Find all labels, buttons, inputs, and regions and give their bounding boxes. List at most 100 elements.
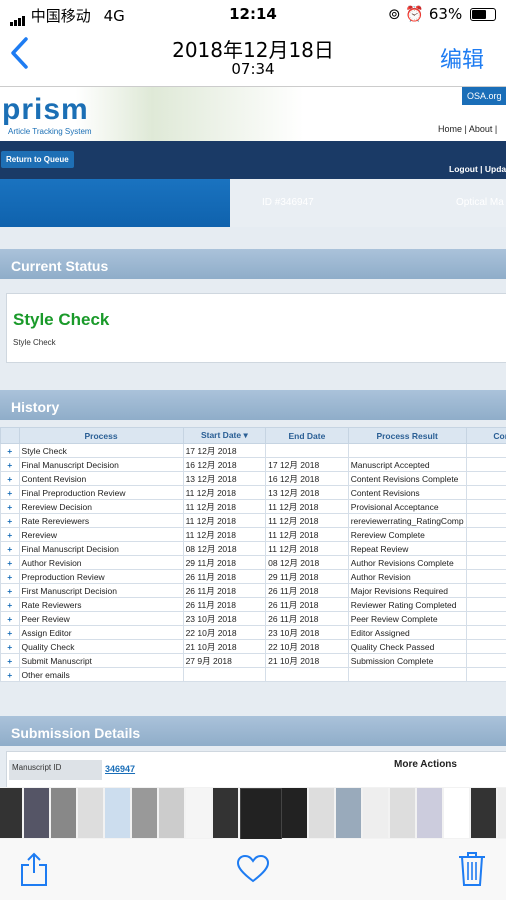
table-cell: Author Revision bbox=[347, 569, 467, 584]
expand-row-icon[interactable]: + bbox=[0, 569, 20, 584]
column-header: Process bbox=[18, 427, 184, 444]
column-header[interactable]: Start Date ▾ bbox=[182, 427, 267, 444]
table-cell: Final Preproduction Review bbox=[18, 485, 184, 500]
prism-logo: prism bbox=[2, 93, 89, 126]
table-cell: 26 11月 2018 bbox=[182, 569, 267, 584]
table-cell bbox=[465, 583, 506, 598]
expand-row-icon[interactable]: + bbox=[0, 541, 20, 556]
photo-thumbnail[interactable] bbox=[51, 788, 76, 838]
prism-tagline: Article Tracking System bbox=[8, 127, 92, 136]
column-header: Process Result bbox=[347, 427, 467, 444]
expand-row-icon[interactable]: + bbox=[0, 443, 20, 458]
expand-row-icon[interactable]: + bbox=[0, 457, 20, 472]
table-row: + Quality Check 21 10月 2018 22 10月 2018 Qual… bbox=[0, 639, 506, 654]
heart-icon[interactable] bbox=[236, 854, 270, 887]
return-to-queue-button[interactable]: Return to Queue bbox=[1, 151, 74, 168]
photo-thumbnail[interactable] bbox=[78, 788, 103, 838]
expand-row-icon[interactable]: + bbox=[0, 639, 20, 654]
photo-thumbnail[interactable] bbox=[498, 788, 506, 838]
photo-thumbnail[interactable] bbox=[417, 788, 442, 838]
table-cell bbox=[465, 541, 506, 556]
table-cell: Submit Manuscript bbox=[18, 653, 184, 668]
table-cell: Editor Assigned bbox=[347, 625, 467, 640]
table-cell bbox=[465, 555, 506, 570]
photo-thumbnail[interactable] bbox=[186, 788, 211, 838]
table-cell: Rereview Decision bbox=[18, 499, 184, 514]
status-right: ⊚ ⏰ 63% bbox=[388, 5, 496, 23]
thumbnail-strip[interactable] bbox=[0, 787, 506, 839]
table-cell: 11 12月 2018 bbox=[182, 513, 267, 528]
photo-thumbnail[interactable] bbox=[309, 788, 334, 838]
section-title: History bbox=[11, 399, 60, 415]
submission-heading: Submission Details bbox=[0, 716, 506, 746]
photo-thumbnail[interactable] bbox=[24, 788, 49, 838]
share-icon[interactable] bbox=[20, 851, 48, 891]
expand-row-icon[interactable]: + bbox=[0, 471, 20, 486]
table-cell: 26 11月 2018 bbox=[265, 597, 349, 612]
expand-row-icon[interactable]: + bbox=[0, 611, 20, 626]
table-cell: Quality Check bbox=[18, 639, 184, 654]
battery-icon bbox=[470, 8, 496, 21]
table-row: + Preproduction Review 26 11月 2018 29 11月 2… bbox=[0, 569, 506, 584]
edit-button[interactable]: 编辑 bbox=[440, 42, 484, 74]
table-cell: Author Revision bbox=[18, 555, 184, 570]
bottom-toolbar bbox=[0, 839, 506, 900]
expand-row-icon[interactable]: + bbox=[0, 653, 20, 668]
trash-icon[interactable] bbox=[458, 851, 486, 891]
column-header: End Date bbox=[265, 427, 349, 444]
expand-row-icon[interactable]: + bbox=[0, 499, 20, 514]
table-cell bbox=[265, 443, 349, 458]
expand-row-icon[interactable]: + bbox=[0, 597, 20, 612]
battery-percent: 63% bbox=[428, 5, 463, 23]
logout-link[interactable]: Logout | Upda bbox=[449, 164, 506, 174]
photo-thumbnail[interactable] bbox=[336, 788, 361, 838]
photo-thumbnail[interactable] bbox=[363, 788, 388, 838]
expand-row-icon[interactable]: + bbox=[0, 555, 20, 570]
table-row: + Rereview Decision 11 12月 2018 11 12月 2018… bbox=[0, 499, 506, 514]
expand-row-icon[interactable]: + bbox=[0, 583, 20, 598]
top-nav[interactable]: Home | About | bbox=[438, 124, 497, 134]
table-row: + Peer Review 23 10月 2018 26 11月 2018 Peer R… bbox=[0, 611, 506, 626]
photo-thumbnail[interactable] bbox=[159, 788, 184, 838]
table-cell bbox=[465, 611, 506, 626]
table-cell: 21 10月 2018 bbox=[182, 639, 267, 654]
table-cell: First Manuscript Decision bbox=[18, 583, 184, 598]
photo-thumbnail[interactable] bbox=[390, 788, 415, 838]
photo-thumbnail[interactable] bbox=[0, 788, 22, 838]
table-cell bbox=[465, 653, 506, 668]
photo-thumbnail[interactable] bbox=[105, 788, 130, 838]
expand-row-icon[interactable]: + bbox=[0, 527, 20, 542]
manuscript-id-link[interactable]: 346947 bbox=[105, 764, 135, 774]
table-cell: Submission Complete bbox=[347, 653, 467, 668]
expand-row-icon[interactable]: + bbox=[0, 513, 20, 528]
photo-thumbnail[interactable] bbox=[444, 788, 469, 838]
table-cell bbox=[465, 457, 506, 472]
photo-time: 07:34 bbox=[231, 60, 275, 78]
table-cell: Manuscript Accepted bbox=[347, 457, 467, 472]
manuscript-id-label: ID #346947 bbox=[262, 197, 314, 208]
more-actions-heading: More Actions bbox=[394, 759, 457, 770]
photo-thumbnail[interactable] bbox=[471, 788, 496, 838]
table-cell: Rate Reviewers bbox=[18, 597, 184, 612]
table-cell: Content Revision bbox=[18, 471, 184, 486]
osa-link[interactable]: OSA.org bbox=[462, 87, 506, 105]
table-cell: Rereview bbox=[18, 527, 184, 542]
table-cell: 23 10月 2018 bbox=[182, 611, 267, 626]
photo-date: 2018年12月18日 bbox=[172, 38, 334, 62]
table-cell bbox=[465, 443, 506, 458]
current-status-small: Style Check bbox=[13, 338, 56, 347]
expand-row-icon[interactable]: + bbox=[0, 625, 20, 640]
table-cell: 11 12月 2018 bbox=[265, 527, 349, 542]
table-cell: Major Revisions Required bbox=[347, 583, 467, 598]
photo-thumbnail[interactable] bbox=[213, 788, 238, 838]
table-cell bbox=[465, 513, 506, 528]
photo-thumbnail[interactable] bbox=[282, 788, 307, 838]
photo-thumbnail[interactable] bbox=[132, 788, 157, 838]
photo-thumbnail[interactable] bbox=[240, 788, 282, 839]
expand-row-icon[interactable]: + bbox=[0, 485, 20, 500]
expand-row-icon[interactable]: + bbox=[0, 667, 20, 682]
table-cell: 11 12月 2018 bbox=[265, 499, 349, 514]
table-cell bbox=[347, 667, 467, 682]
table-cell: 17 12月 2018 bbox=[182, 443, 267, 458]
table-cell: 17 12月 2018 bbox=[265, 457, 349, 472]
